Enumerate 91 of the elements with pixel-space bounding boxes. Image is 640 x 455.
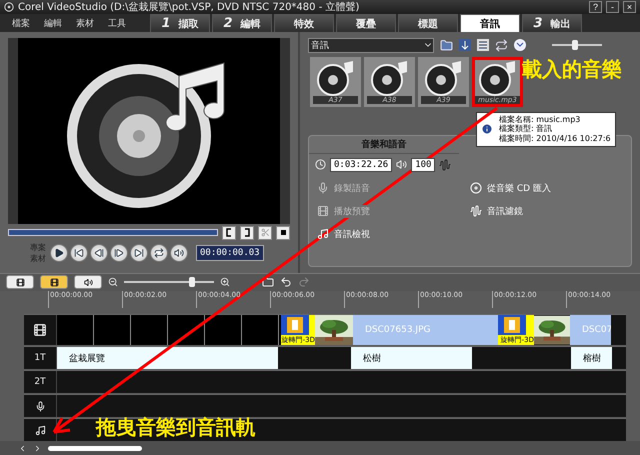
tooltip-line: 檔案名稱: music.mp3 xyxy=(499,114,582,124)
step-tab[interactable]: 特效 xyxy=(274,14,334,32)
volume-field[interactable]: 100 xyxy=(411,158,436,172)
step-back-icon xyxy=(94,248,104,258)
options-tab[interactable]: 音樂和語音 xyxy=(309,136,459,154)
audio-view-button[interactable] xyxy=(74,275,102,290)
sort-icon[interactable] xyxy=(459,39,471,52)
previous-frame-button[interactable] xyxy=(90,244,108,262)
zoom-out-icon[interactable] xyxy=(108,277,118,288)
scissors-icon xyxy=(260,228,270,238)
step-forward-icon xyxy=(114,248,124,258)
volume-icon xyxy=(396,159,408,170)
volume-button[interactable] xyxy=(170,244,188,262)
title-clip[interactable]: 盆栽展覽 xyxy=(57,347,278,370)
mark-in-button[interactable] xyxy=(222,226,236,240)
category-dropdown[interactable]: 音訊 xyxy=(308,38,434,53)
app-logo-icon xyxy=(4,2,14,12)
options-icon[interactable] xyxy=(514,39,526,52)
play-button[interactable] xyxy=(50,244,68,262)
speaker-icon xyxy=(84,278,92,287)
help-button[interactable]: ? xyxy=(589,1,602,14)
bracket-icon xyxy=(226,228,232,238)
music-disc-icon xyxy=(370,60,410,96)
step-tab[interactable]: 2 編輯 xyxy=(212,14,272,32)
end-button[interactable] xyxy=(130,244,148,262)
music-track-icon xyxy=(34,424,46,436)
video-track-icon xyxy=(33,323,47,338)
film-icon xyxy=(16,278,24,287)
photo-clip[interactable] xyxy=(315,315,353,346)
duration-field[interactable]: 0:03:22.26 xyxy=(330,158,392,172)
tooltip-line: 檔案類型: 音訊 xyxy=(499,124,554,134)
mark-out-button[interactable] xyxy=(240,226,254,240)
bracket-icon xyxy=(244,228,250,238)
title-clip[interactable]: 榕樹 xyxy=(571,347,612,370)
title-track-label: 2T xyxy=(24,371,57,394)
step-tab[interactable]: 覆疊 xyxy=(336,14,396,32)
waveform-icon xyxy=(470,205,482,218)
skip-forward-icon xyxy=(134,248,144,258)
step-tab[interactable]: 標題 xyxy=(398,14,458,32)
scrub-bar[interactable] xyxy=(8,229,218,236)
fullscreen-button[interactable] xyxy=(276,226,290,240)
menu-item[interactable]: 素材 xyxy=(70,14,100,32)
step-tab[interactable]: 1 擷取 xyxy=(150,14,210,32)
menu-item[interactable]: 編輯 xyxy=(38,14,68,32)
play-icon xyxy=(54,248,64,258)
music-disc-icon xyxy=(424,60,464,96)
annotation-text: 拖曳音樂到音訊軌 xyxy=(96,414,256,441)
folder-icon[interactable] xyxy=(440,38,453,52)
storyboard-view-button[interactable] xyxy=(6,275,34,290)
transition-icon xyxy=(498,315,526,336)
disc-icon xyxy=(470,182,482,194)
split-button[interactable] xyxy=(258,226,272,240)
timeline-scrollbar[interactable] xyxy=(48,446,142,451)
timecode-field[interactable]: 00:00:00.03 xyxy=(196,244,264,261)
repeat-icon xyxy=(154,248,164,258)
timeline-view-button[interactable] xyxy=(40,275,68,290)
menu-item[interactable]: 檔案 xyxy=(6,14,36,32)
step-tab[interactable]: 音訊 xyxy=(460,14,520,32)
scroll-right-icon[interactable] xyxy=(33,444,42,453)
film-icon xyxy=(50,278,58,287)
transition-icon xyxy=(281,315,309,336)
voice-track-icon xyxy=(34,400,46,412)
list-view-icon[interactable] xyxy=(477,39,489,52)
repeat-button[interactable] xyxy=(150,244,168,262)
menu-item[interactable]: 工具 xyxy=(102,14,132,32)
skip-back-icon xyxy=(74,248,84,258)
music-disc-icon xyxy=(478,60,518,96)
photo-clip[interactable] xyxy=(534,315,570,346)
slider-thumb[interactable] xyxy=(188,277,194,288)
home-button[interactable] xyxy=(70,244,88,262)
clock-icon xyxy=(315,159,326,170)
undo-icon[interactable] xyxy=(280,276,292,288)
next-frame-button[interactable] xyxy=(110,244,128,262)
slider-thumb[interactable] xyxy=(572,40,578,50)
minimize-button[interactable]: - xyxy=(606,1,619,14)
insert-media-icon[interactable] xyxy=(262,276,274,288)
title-clip[interactable]: 松樹 xyxy=(351,347,472,370)
zoom-in-icon[interactable] xyxy=(220,277,230,288)
window-title: Corel VideoStudio (D:\盆栽展覽\pot.VSP, DVD NTSC 720*480 - 立體聲) xyxy=(18,0,360,14)
scroll-left-icon[interactable] xyxy=(18,444,27,453)
film-icon xyxy=(317,205,329,218)
close-button[interactable]: × xyxy=(623,1,636,14)
microphone-icon xyxy=(317,182,329,194)
step-tab[interactable]: 3 輸出 xyxy=(522,14,582,32)
music-disc-icon xyxy=(316,60,356,96)
music-note-icon xyxy=(317,228,329,240)
tooltip-line: 檔案時間: 2010/4/16 10:27:6 xyxy=(499,134,611,144)
speaker-icon xyxy=(174,248,184,258)
info-icon xyxy=(481,122,493,135)
refresh-icon[interactable] xyxy=(495,38,508,52)
square-icon xyxy=(278,228,288,238)
